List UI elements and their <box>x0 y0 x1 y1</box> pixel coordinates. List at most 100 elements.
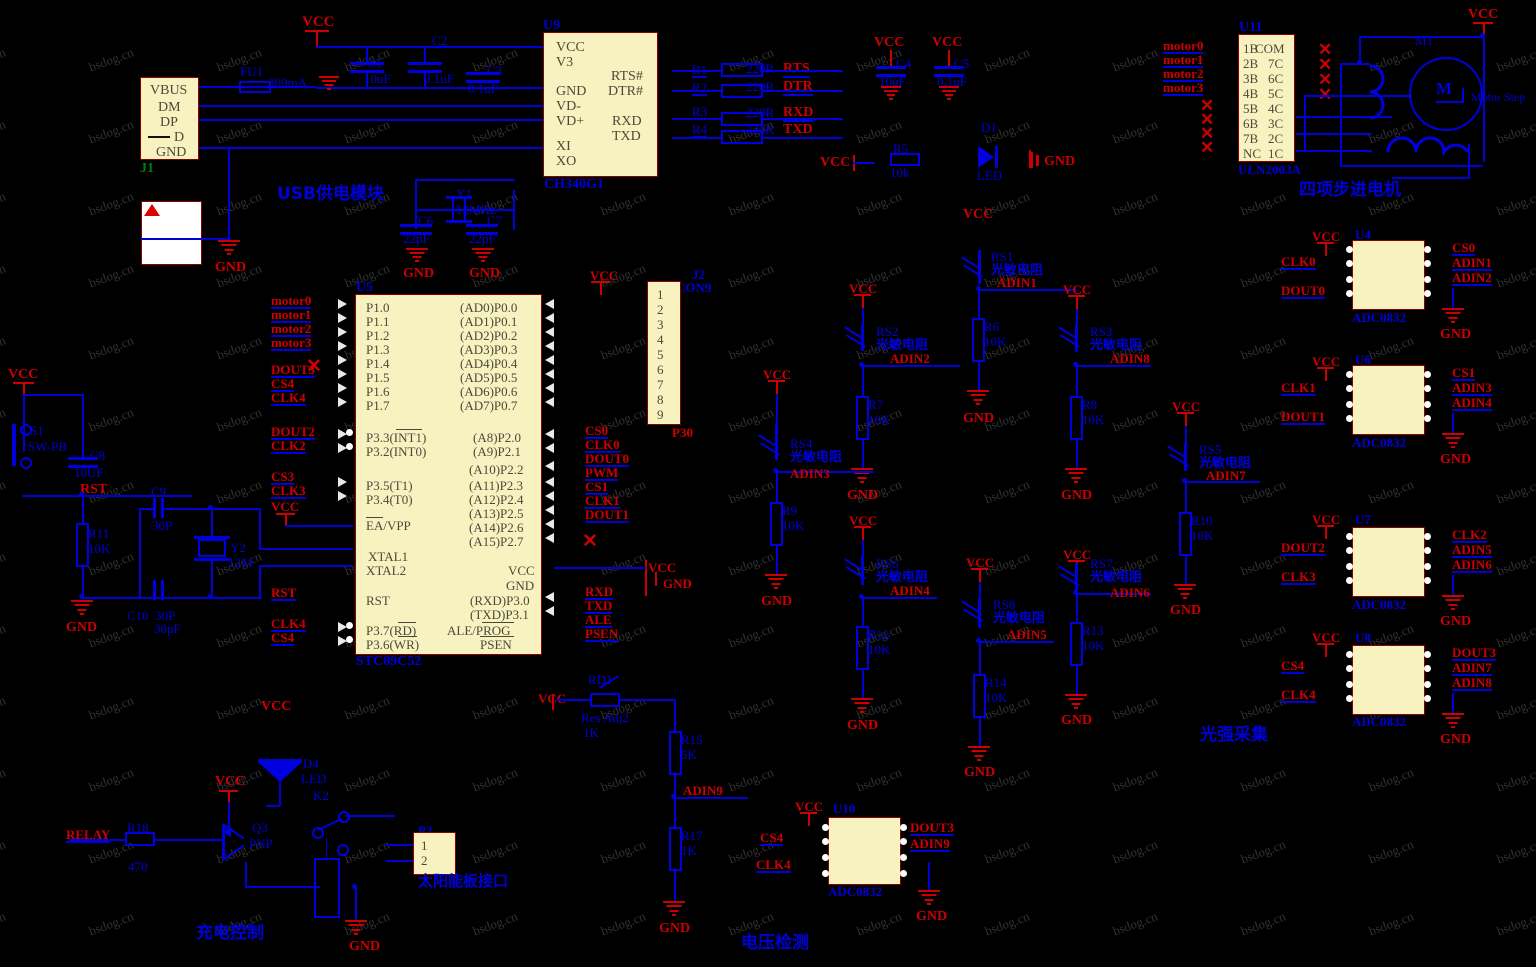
u4-vcc-stem <box>1325 242 1327 256</box>
vcc-bar-usb <box>305 30 329 32</box>
r4-wire-l <box>672 137 721 139</box>
u10-pin-r4 <box>900 870 907 877</box>
q3-out-right <box>245 886 320 888</box>
vcc-bar-j2 <box>591 281 610 283</box>
vcc-label-ea: VCC <box>271 499 300 514</box>
gnd-label-r7: GND <box>847 488 879 503</box>
gnd-label-r6: GND <box>963 411 995 426</box>
u6-pin-r3 <box>1424 401 1431 408</box>
c8-value: 10UF <box>74 465 104 480</box>
watermark-text: bsdog.cn <box>983 0 1032 3</box>
gnd-symbol-c6 <box>406 248 428 266</box>
c4-designator: C4 <box>896 56 912 71</box>
u5-pin-p17: P1.7 <box>366 398 390 413</box>
u5-pin-arrow-r16 <box>545 533 554 543</box>
r6-lead-bot <box>978 362 980 390</box>
r7-designator: R7 <box>868 397 884 412</box>
potentiometer-rd1[interactable] <box>590 693 620 707</box>
nc-cross-uln-4: ✕ <box>1200 138 1215 157</box>
watermark-text: bsdog.cn <box>726 332 776 363</box>
j2-pin-4: 4 <box>657 332 664 347</box>
u6-pin-l4 <box>1346 415 1353 422</box>
vcc-label-ch340: VCC <box>820 155 851 170</box>
gnd-label-j1: GND <box>215 260 247 275</box>
p2-pin-2: 2 <box>421 853 428 868</box>
d4-lead-right <box>266 805 280 807</box>
net-dout1: DOUT1 <box>585 507 630 523</box>
watermark-text: bsdog.cn <box>0 620 8 651</box>
u6-vcc-stem <box>1325 367 1327 381</box>
u4-gnd-stem <box>1452 288 1454 308</box>
u10-pin-r1 <box>900 824 907 831</box>
net-dout4-left: CLK4 <box>271 390 306 406</box>
watermark-text: bsdog.cn <box>342 692 392 723</box>
chip-u4-adc0832[interactable] <box>1352 240 1425 310</box>
gnd-label-u8: GND <box>1440 732 1472 747</box>
u5-pin-arrow-r11 <box>545 461 554 471</box>
u5-pin-arrow-l2 <box>338 313 347 323</box>
u4-pin-l3 <box>1346 276 1353 283</box>
u11-pin-3b: 3B <box>1243 71 1259 86</box>
connector-j2[interactable] <box>647 281 681 425</box>
u5-pin-arrow-l3 <box>338 327 347 337</box>
chip-u6-adc0832[interactable] <box>1352 365 1425 435</box>
net-adin2-div: ADIN2 <box>890 351 930 366</box>
r17-value: 1K <box>681 843 697 858</box>
m1-shaft-v <box>1462 88 1464 102</box>
watermark-text: bsdog.cn <box>86 404 136 435</box>
r14-lead-bot <box>979 718 981 746</box>
gnd-label-u10: GND <box>916 909 948 924</box>
u6-gnd-stem <box>1452 413 1454 433</box>
m1-shaft <box>1436 101 1464 103</box>
watermark-text: bsdog.cn <box>1494 332 1536 363</box>
motor-wire-c3 <box>1296 133 1372 135</box>
motor-wire-topl <box>1359 36 1361 62</box>
watermark-text: bsdog.cn <box>1494 188 1536 219</box>
y2-xtal2-out <box>259 565 353 567</box>
chip-u7-adc0832[interactable] <box>1352 527 1425 597</box>
c3-designator: C3 <box>487 63 503 78</box>
u5-pin-p31: (TXD)P3.1 <box>470 607 529 622</box>
gnd-bus-xtal <box>82 597 262 599</box>
u7-part: ADC0832 <box>1352 597 1407 612</box>
j1-pin-d: D <box>174 130 185 145</box>
motor-coil-right-h <box>1392 177 1470 179</box>
chip-u8-adc0832[interactable] <box>1352 645 1425 715</box>
connector-p2-solar[interactable] <box>413 832 456 875</box>
u4-pin-r4 <box>1424 290 1431 297</box>
watermark-text: bsdog.cn <box>982 44 1032 75</box>
watermark-text: bsdog.cn <box>214 332 264 363</box>
y2-bus-top <box>211 508 261 510</box>
watermark-text: bsdog.cn <box>0 188 8 219</box>
rs7-designator: RS7 <box>1090 556 1113 571</box>
s1-terminal-bot <box>20 457 32 469</box>
u11-pin-4b: 4B <box>1243 86 1259 101</box>
watermark-text: bsdog.cn <box>1494 476 1536 507</box>
k2-contact-top <box>338 811 350 823</box>
r12-lead-top <box>862 597 864 626</box>
c2-plate-top <box>408 62 442 65</box>
gnd-label-r17: GND <box>659 921 691 936</box>
net-adin2-u4: ADIN2 <box>1452 270 1492 286</box>
watermark-text: bsdog.cn <box>1367 0 1416 3</box>
u6-pin-r2 <box>1424 385 1431 392</box>
led-d4-triangle <box>258 762 302 782</box>
r10-lead-top <box>1185 481 1187 512</box>
net-cs0-u4: CS0 <box>1452 240 1476 256</box>
watermark-text: bsdog.cn <box>1495 0 1536 3</box>
u11-pin-5c: 5C <box>1268 86 1284 101</box>
u5-pin-p36: P3.6(WR) <box>366 637 420 652</box>
gnd-symbol-r11 <box>71 600 93 620</box>
u8-pin-r3 <box>1424 681 1431 688</box>
u5-pin-p32: P3.2(INT0) <box>366 444 427 459</box>
crystal-y2 <box>198 539 226 557</box>
net-dout2-left: CLK3 <box>271 483 306 499</box>
net-adin5-u7: ADIN5 <box>1452 542 1492 558</box>
r10-value: 10K <box>1191 528 1214 543</box>
r2-wire-r <box>763 90 843 92</box>
chip-u10-adc0832[interactable] <box>828 817 901 885</box>
u5-pin-arrow-l11 <box>338 477 347 487</box>
j2-pin-7: 7 <box>657 377 664 392</box>
y1-plate-top <box>446 196 472 199</box>
j1-pin-vbus: VBUS <box>150 83 188 98</box>
